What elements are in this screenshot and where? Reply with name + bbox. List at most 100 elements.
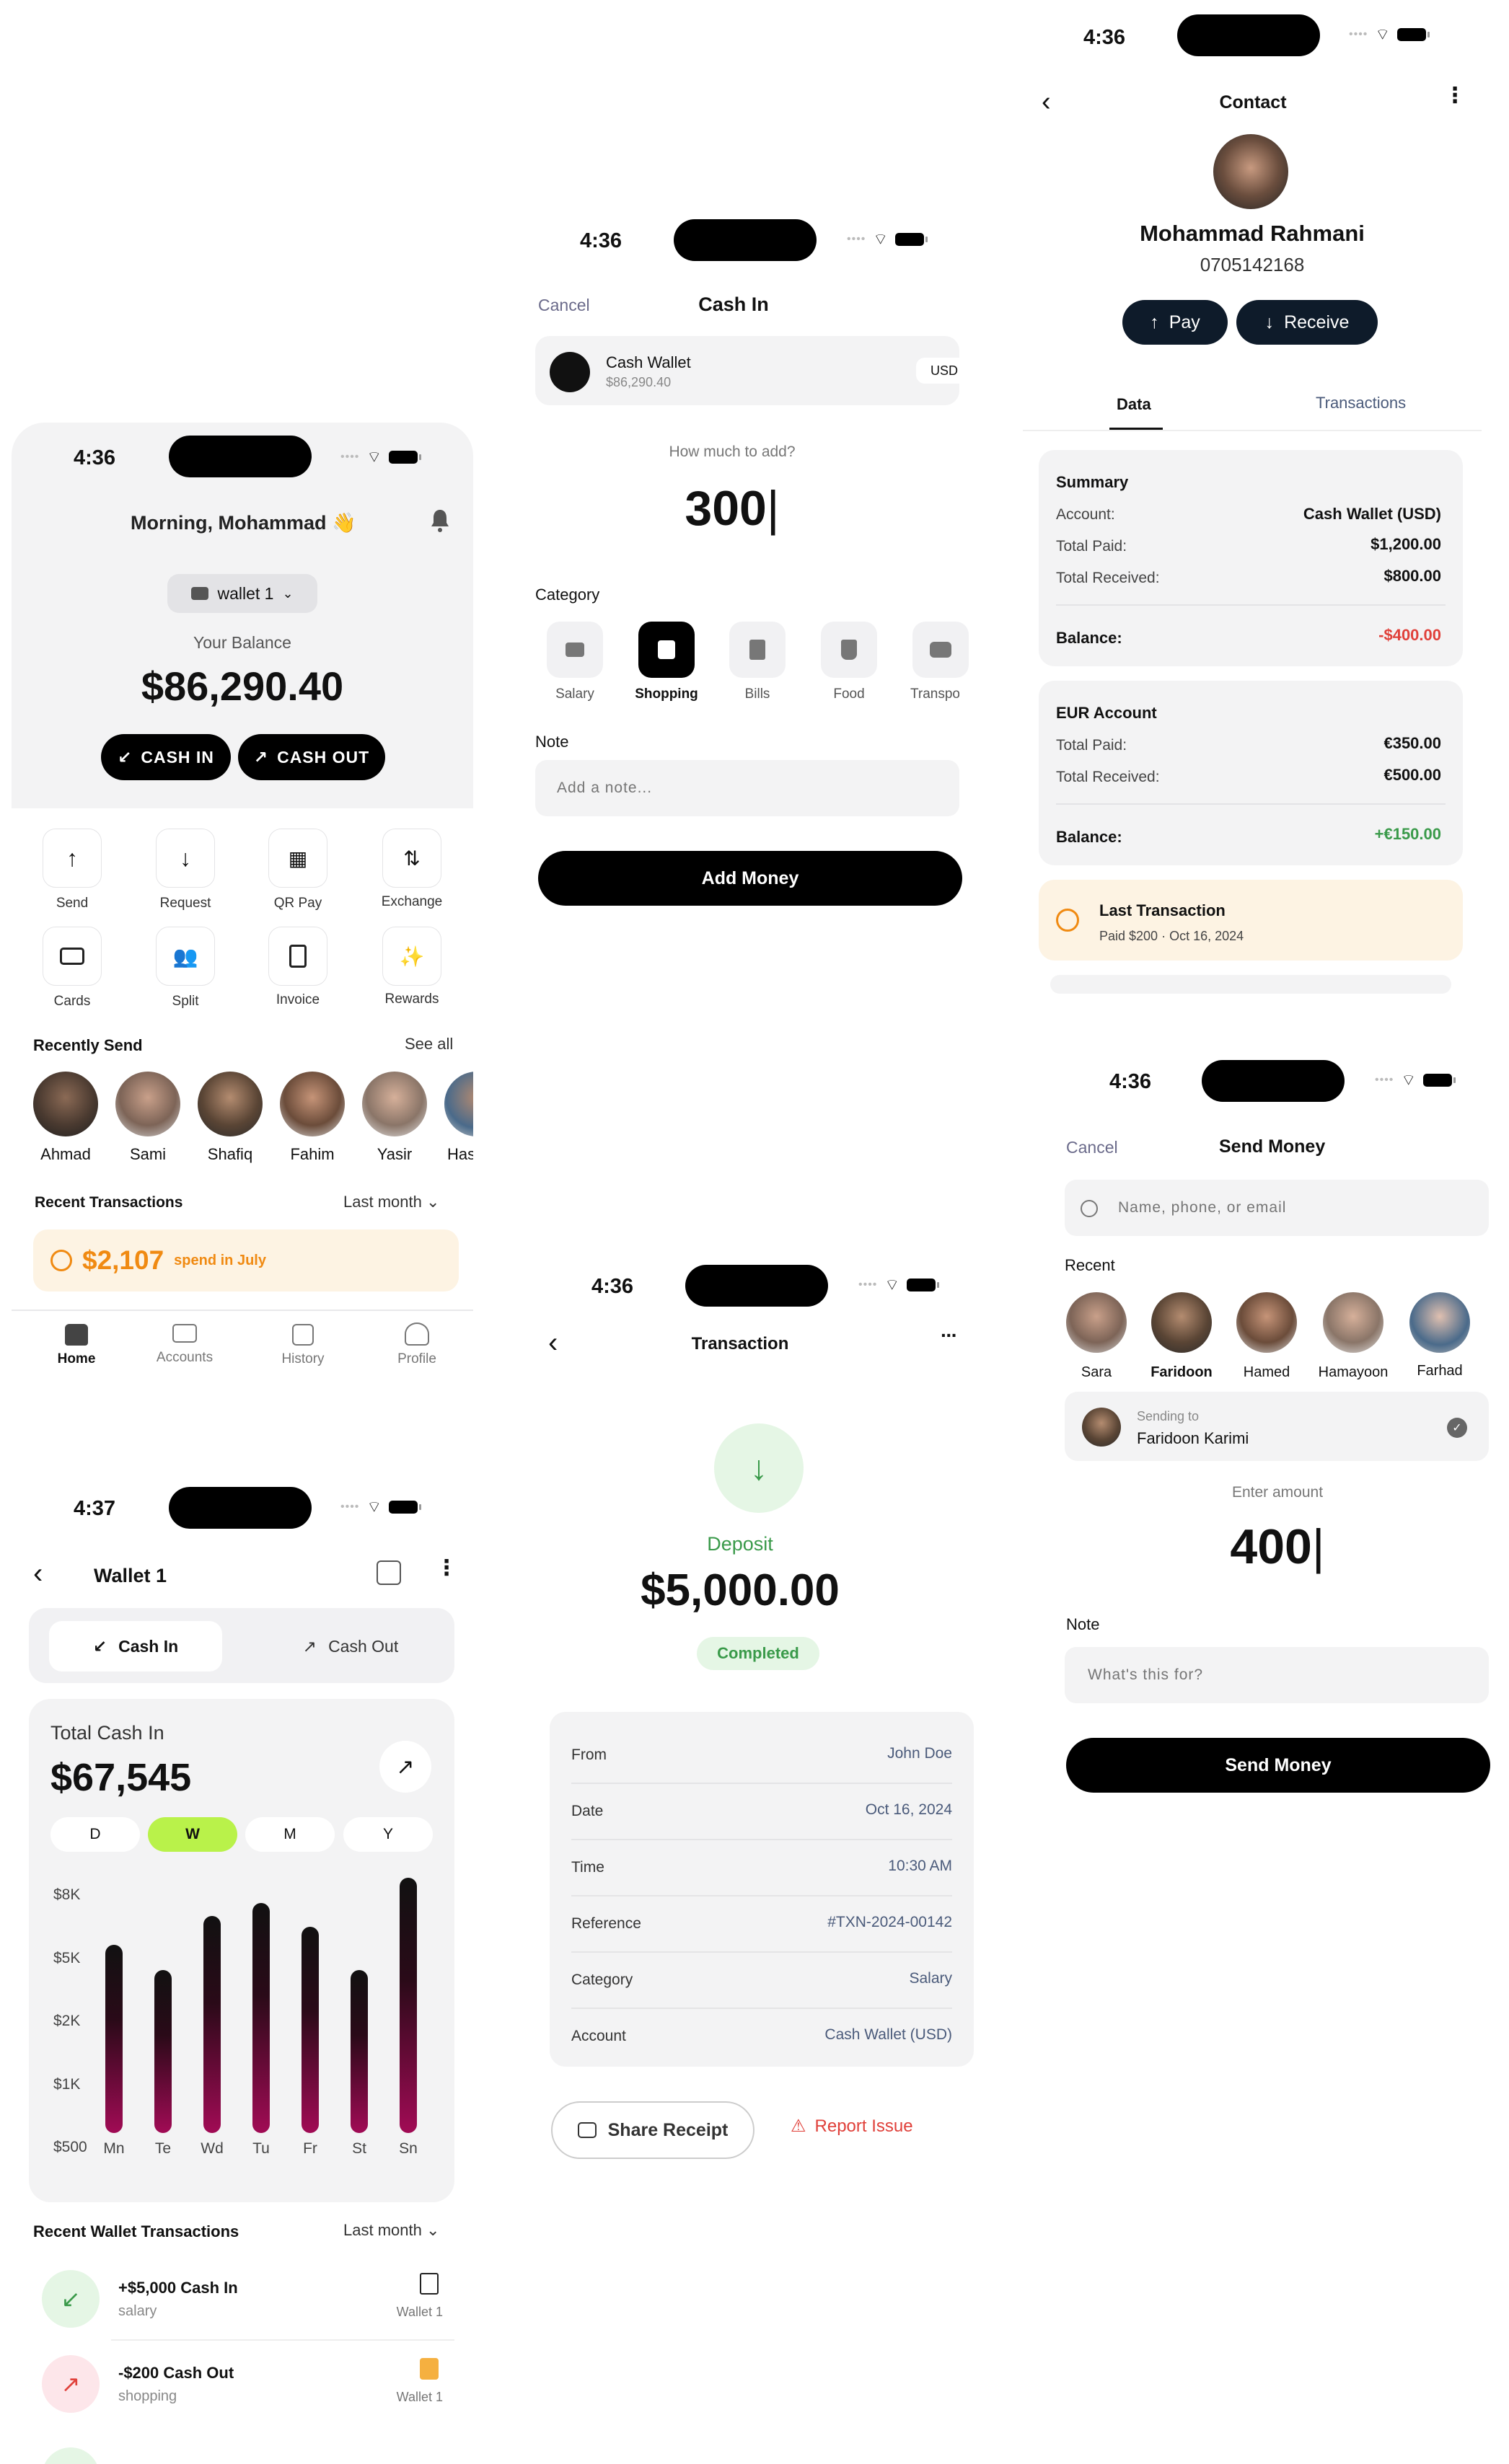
divider [571,1783,952,1784]
x-tick-label: Mn [103,2140,125,2157]
avatar[interactable] [1066,1292,1127,1353]
category-transport[interactable] [912,622,969,678]
avatar[interactable] [198,1072,263,1136]
nav-profile[interactable]: Profile [374,1322,460,1367]
avatar[interactable] [115,1072,180,1136]
bar-fr[interactable] [302,1926,319,2133]
tx-title: +$5,000 Cash In [118,2279,238,2297]
category-shopping[interactable] [638,622,695,678]
send-money-button[interactable]: Send Money [1066,1738,1490,1793]
avatar[interactable] [1323,1292,1383,1353]
nav-history[interactable]: History [260,1324,346,1367]
cash-out-button[interactable]: ↗ CASH OUT [238,734,385,780]
avatar[interactable] [1151,1292,1212,1353]
note-input[interactable] [1065,1647,1489,1703]
nav-home[interactable]: Home [33,1324,120,1367]
bar-mn[interactable] [105,1944,123,2133]
tab-cash-out[interactable]: ↗ Cash Out [264,1621,437,1672]
search-icon [1081,1200,1098,1217]
see-all-link[interactable]: See all [405,1035,453,1054]
nav-accounts[interactable]: Accounts [141,1324,228,1366]
wallet-card[interactable]: Cash Wallet $86,290.40 USD [535,336,972,405]
bar-sn[interactable] [400,1877,417,2133]
add-money-button[interactable]: Add Money [538,851,962,906]
amount-input[interactable]: 300| [505,480,959,536]
contact-phone: 0705142168 [1200,254,1305,275]
warning-icon: ⚠ [791,2116,806,2136]
avatar[interactable] [33,1072,98,1136]
amount-input[interactable]: 400| [1023,1519,1509,1575]
more-options-icon[interactable]: ⋮ [1444,85,1466,107]
period-d[interactable]: D [50,1817,140,1852]
share-receipt-button[interactable]: Share Receipt [551,2101,754,2159]
wallet-icon [191,587,209,600]
report-issue-button[interactable]: ⚠ Report Issue [791,2116,913,2137]
tab-cash-in[interactable]: ↙ Cash In [49,1621,222,1672]
bar-tu[interactable] [252,1903,270,2133]
currency-badge: USD [916,358,972,384]
rewards-action[interactable]: ✨ [382,927,441,986]
exchange-action[interactable]: ⇅ [382,829,441,888]
tab-data[interactable]: Data [1117,395,1151,414]
status-time: 4:36 [74,446,116,469]
qr-pay-action[interactable]: ▦ [268,829,327,888]
list-item[interactable]: ↙ +$5,000 Cash In salary Wallet 1 [29,2257,454,2335]
category-label: Bills [744,686,770,702]
wallet-balance: $86,290.40 [606,375,672,389]
page-title: Transaction [691,1334,789,1354]
tx-sub: salary [118,2303,157,2319]
detail-value: 10:30 AM [888,1858,952,1874]
wallet-selector[interactable]: wallet 1 ⌄ [167,574,317,613]
calendar-icon[interactable] [377,1560,401,1585]
arrow-down-icon: ↓ [1264,312,1275,332]
search-input[interactable] [1118,1193,1464,1223]
cards-action[interactable] [43,927,102,986]
search-field[interactable] [1065,1180,1489,1236]
more-options-icon[interactable]: ⋮ [436,1558,457,1579]
receive-button[interactable]: ↓ Receive [1236,300,1378,345]
detail-label: Date [571,1803,604,1819]
pay-button[interactable]: ↑ Pay [1122,300,1228,345]
list-item[interactable]: ↗ -$200 Cash Out shopping Wallet 1 [29,2342,454,2420]
avatar[interactable] [444,1072,473,1136]
chevron-down-icon: ⌄ [426,2221,440,2239]
invoice-action[interactable] [268,927,327,986]
avatar[interactable] [280,1072,345,1136]
period-m[interactable]: M [245,1817,335,1852]
divider [1056,604,1446,606]
category-bills[interactable] [729,622,786,678]
period-w[interactable]: W [148,1817,237,1852]
note-label: Note [1066,1615,1100,1633]
eur-title: EUR Account [1056,704,1157,722]
cash-in-button[interactable]: ↙ CASH IN [101,734,231,780]
bell-icon[interactable] [429,508,451,534]
category-salary[interactable] [547,622,603,678]
send-action[interactable]: ↑ [43,829,102,888]
trend-up-icon[interactable]: ↗ [379,1741,431,1793]
tab-transactions[interactable]: Transactions [1316,394,1406,412]
detail-label: From [571,1747,607,1763]
bar-wd[interactable] [203,1916,221,2133]
avatar[interactable] [362,1072,427,1136]
balance-amount: $86,290.40 [141,663,344,709]
bar-st[interactable] [351,1970,368,2133]
split-action[interactable]: 👥 [156,927,215,986]
action-label: Rewards [384,992,439,1007]
period-y[interactable]: Y [343,1817,433,1852]
arrow-up-right-icon: ↗ [253,747,269,767]
cancel-button[interactable]: Cancel [1066,1138,1118,1157]
transactions-filter[interactable]: Last month ⌄ [343,1193,439,1211]
avatar[interactable] [1236,1292,1297,1353]
cash-in-label: CASH IN [141,747,214,767]
last-transaction-card[interactable]: Last Transaction Paid $200 · Oct 16, 202… [1039,880,1463,961]
request-action[interactable]: ↓ [156,829,215,888]
row-label: Total Received: [1056,570,1160,586]
note-input[interactable] [535,760,959,816]
back-icon[interactable]: ‹ [33,1559,43,1588]
bar-te[interactable] [154,1970,172,2133]
avatar[interactable] [1409,1292,1470,1353]
more-options-icon[interactable]: ··· [941,1324,958,1347]
transaction-screen: 4:36 •••• ⌔ ‹ Transaction ··· ↓ Deposit $… [519,1240,995,2178]
wallet-tx-filter[interactable]: Last month ⌄ [343,2221,439,2240]
category-food[interactable] [821,622,877,678]
